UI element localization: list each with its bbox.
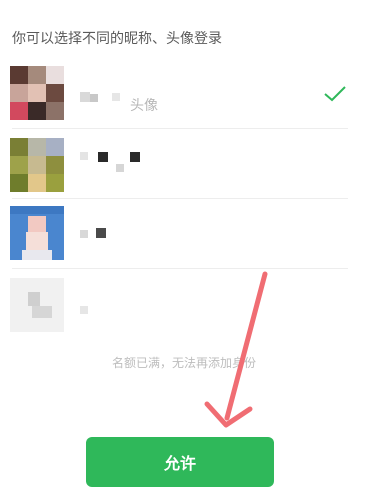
quota-full-notice: 名额已满，无法再添加身份 xyxy=(111,356,256,370)
identity-prompt: 你可以选择不同的昵称、头像登录 xyxy=(12,31,222,47)
masked-name-block xyxy=(80,230,88,238)
masked-name-block xyxy=(112,93,120,101)
masked-name-block xyxy=(90,94,98,102)
header: 你可以选择不同的昵称、头像登录 xyxy=(0,0,368,58)
masked-name-block xyxy=(116,164,124,172)
masked-name-block xyxy=(80,92,90,102)
account-row-1[interactable]: 头像 xyxy=(0,60,368,130)
divider xyxy=(12,198,348,199)
avatar xyxy=(10,138,64,192)
avatar xyxy=(10,66,64,120)
masked-name-block xyxy=(80,152,88,160)
allow-button[interactable]: 允许 xyxy=(86,437,274,487)
account-row-3[interactable] xyxy=(0,200,368,270)
check-icon xyxy=(324,86,346,102)
divider xyxy=(12,128,348,129)
masked-name-block xyxy=(98,152,108,162)
avatar xyxy=(10,206,64,260)
account-row-2[interactable] xyxy=(0,130,368,200)
divider xyxy=(12,268,348,269)
masked-name-block xyxy=(96,228,106,238)
account-row-4[interactable] xyxy=(0,270,368,340)
masked-name-block xyxy=(130,152,140,162)
account-label: 头像 xyxy=(130,98,158,114)
avatar xyxy=(10,278,64,332)
masked-name-block xyxy=(80,306,88,314)
